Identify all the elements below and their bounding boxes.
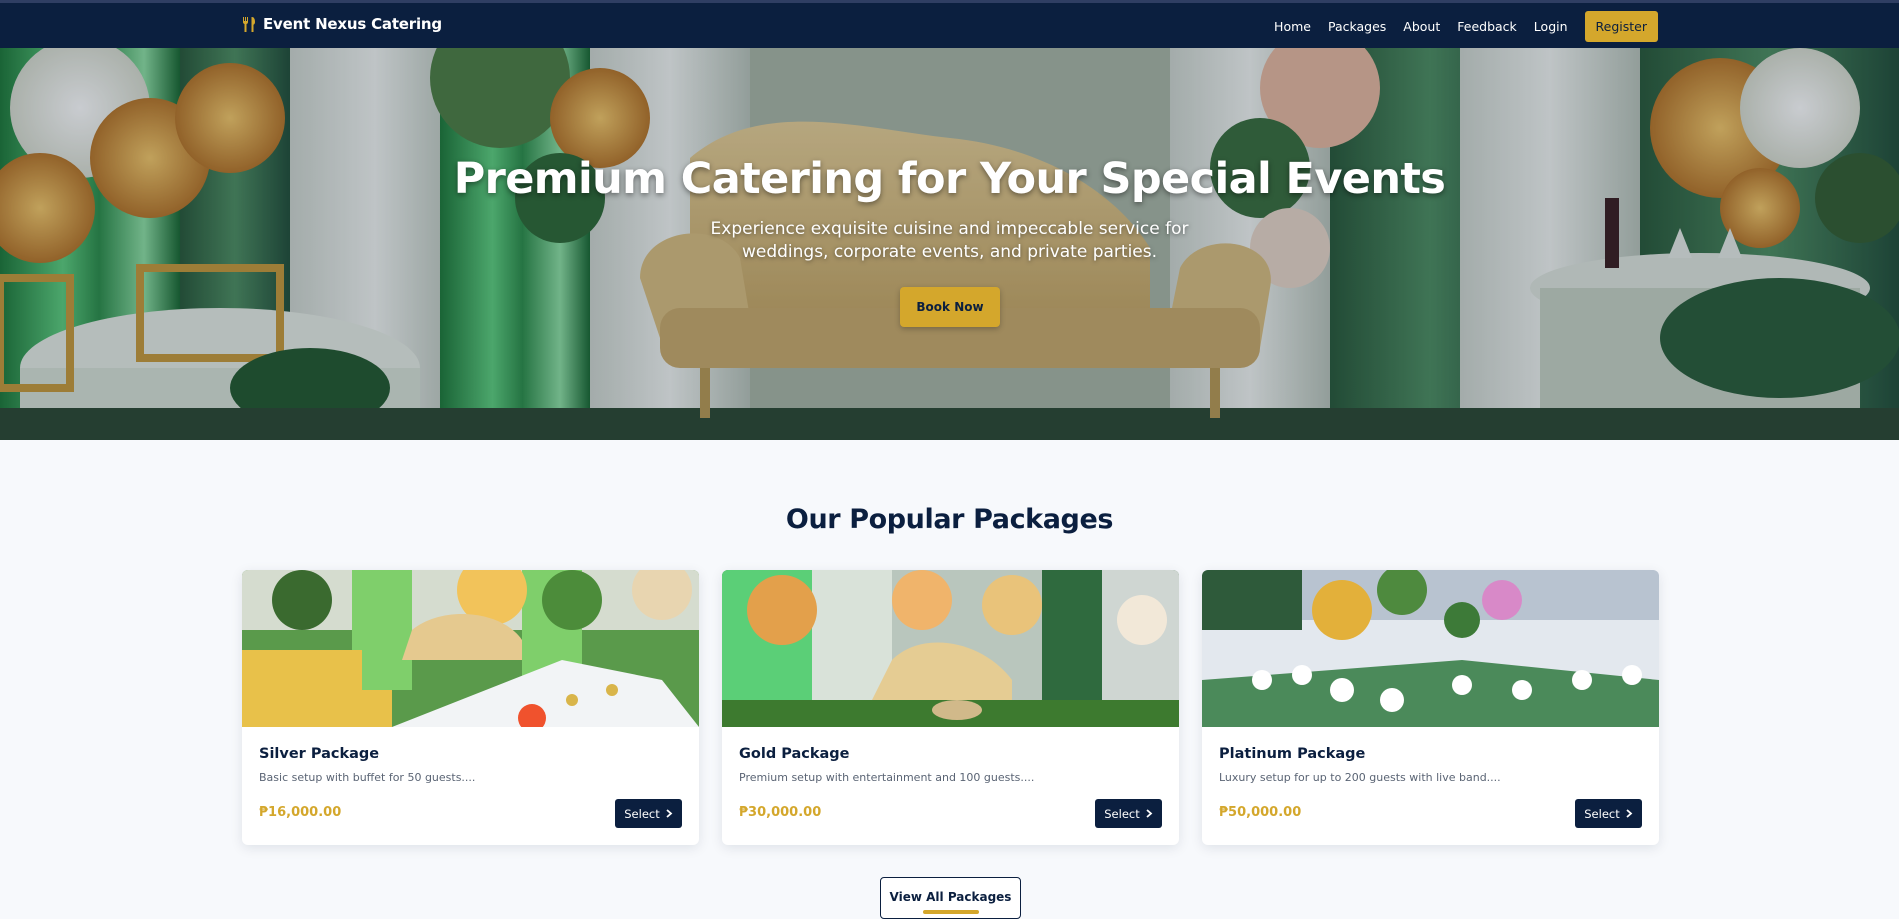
view-all-label: View All Packages (889, 890, 1012, 904)
nav-links: Home Packages About Feedback Login Regis… (1257, 11, 1658, 42)
platinum-package-image (1202, 570, 1659, 727)
chevron-right-icon (1146, 807, 1153, 821)
gold-package-image (722, 570, 1179, 727)
package-card-platinum: Platinum Package Luxury setup for up to … (1202, 570, 1659, 845)
package-description: Premium setup with entertainment and 100… (739, 771, 1035, 784)
select-silver-button[interactable]: Select (615, 799, 682, 828)
chevron-right-icon (1626, 807, 1633, 821)
silver-package-image (242, 570, 699, 727)
nav-link-login[interactable]: Login (1534, 19, 1568, 34)
select-label: Select (1584, 806, 1620, 821)
select-label: Select (624, 806, 660, 821)
nav-link-feedback[interactable]: Feedback (1457, 19, 1517, 34)
hero-title: Premium Catering for Your Special Events (453, 154, 1446, 204)
brand-logo[interactable]: Event Nexus Catering (241, 15, 442, 33)
nav-link-about[interactable]: About (1403, 19, 1440, 34)
package-price: ₱16,000.00 (259, 805, 342, 820)
utensils-icon (241, 16, 257, 33)
packages-section-title: Our Popular Packages (785, 504, 1114, 535)
package-price: ₱50,000.00 (1219, 805, 1302, 820)
package-price: ₱30,000.00 (739, 805, 822, 820)
package-description: Luxury setup for up to 200 guests with l… (1219, 771, 1501, 784)
select-gold-button[interactable]: Select (1095, 799, 1162, 828)
book-now-button[interactable]: Book Now (900, 287, 1000, 327)
package-card-silver: Silver Package Basic setup with buffet f… (242, 570, 699, 845)
package-card-gold: Gold Package Premium setup with entertai… (722, 570, 1179, 845)
select-platinum-button[interactable]: Select (1575, 799, 1642, 828)
nav-link-home[interactable]: Home (1274, 19, 1311, 34)
gold-underline (923, 910, 979, 914)
chevron-right-icon (666, 807, 673, 821)
register-button[interactable]: Register (1584, 11, 1658, 42)
select-label: Select (1104, 806, 1140, 821)
package-name: Gold Package (739, 746, 850, 762)
hero-subtitle: Experience exquisite cuisine and impecca… (710, 219, 1189, 262)
view-all-packages-button[interactable]: View All Packages (880, 877, 1021, 919)
brand-name: Event Nexus Catering (263, 15, 442, 33)
package-name: Silver Package (259, 746, 380, 762)
package-name: Platinum Package (1219, 746, 1366, 762)
hero-section: Premium Catering for Your Special Events… (0, 48, 1899, 440)
navbar: Event Nexus Catering Home Packages About… (0, 0, 1899, 48)
nav-link-packages[interactable]: Packages (1328, 19, 1386, 34)
package-description: Basic setup with buffet for 50 guests...… (259, 771, 476, 784)
